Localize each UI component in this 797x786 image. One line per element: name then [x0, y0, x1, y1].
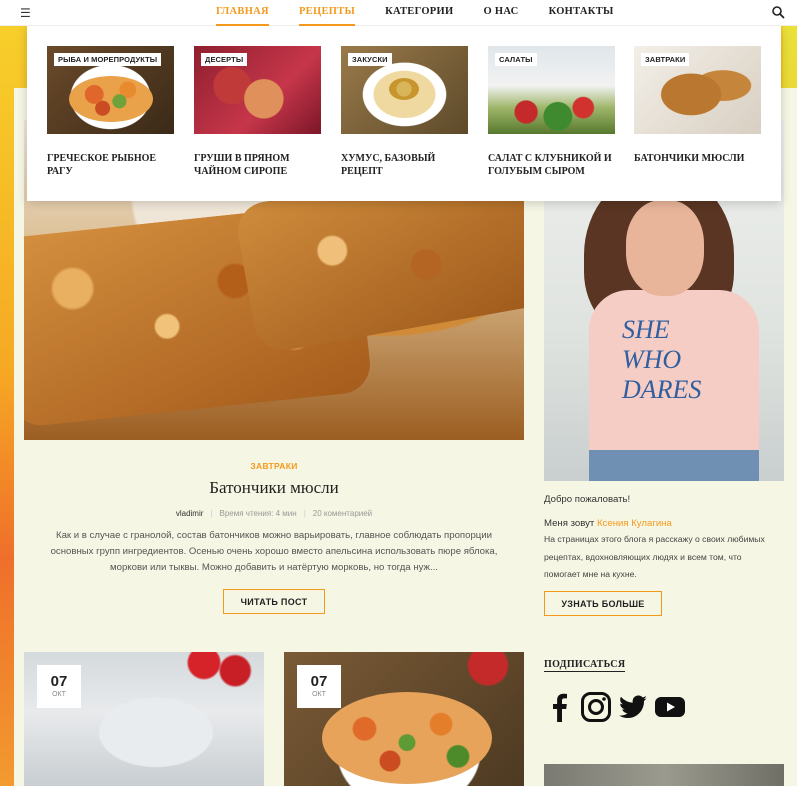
twitter-icon[interactable]	[617, 691, 649, 723]
mega-menu-category-badge[interactable]: ДЕСЕРТЫ	[201, 53, 248, 66]
featured-post-category[interactable]: ЗАВТРАКИ	[24, 461, 524, 471]
hamburger-icon[interactable]: ☰	[20, 6, 34, 20]
featured-post-excerpt: Как и в случае с гранолой, состав батонч…	[50, 530, 498, 573]
mega-menu-item-title[interactable]: ГРУШИ В ПРЯНОМ ЧАЙНОМ СИРОПЕ	[194, 152, 321, 178]
nav-item-contacts[interactable]: КОНТАКТЫ	[549, 0, 614, 26]
post-date-day: 07	[50, 673, 68, 690]
top-navigation: ☰ ГЛАВНАЯ РЕЦЕПТЫ КАТЕГОРИИ О НАС КОНТАК…	[0, 0, 797, 26]
mega-menu-item-title[interactable]: САЛАТ С КЛУБНИКОЙ И ГОЛУБЫМ СЫРОМ	[488, 152, 615, 178]
post-date-month: ОКТ	[52, 691, 66, 698]
post-read-time: Время чтения: 4 мин	[219, 509, 297, 518]
post-date-badge: 07 ОКТ	[297, 665, 341, 708]
learn-more-button[interactable]: УЗНАТЬ БОЛЬШЕ	[544, 591, 662, 616]
mega-menu-thumbnail[interactable]: РЫБА И МОРЕПРОДУКТЫ	[47, 46, 174, 134]
welcome-text: Добро пожаловать!	[544, 494, 631, 505]
mega-menu-item[interactable]: ДЕСЕРТЫ ГРУШИ В ПРЯНОМ ЧАЙНОМ СИРОПЕ	[194, 46, 321, 178]
author-name-link[interactable]: Ксения Кулагина	[597, 518, 672, 529]
featured-post-meta: vladimir | Время чтения: 4 мин | 20 коментар…	[24, 509, 524, 518]
sidebar-banner-image[interactable]	[544, 764, 784, 786]
shirt-print-text: SHE WHO DARES	[622, 315, 702, 404]
meta-separator: |	[210, 509, 213, 518]
post-comments[interactable]: 20 коментарией	[313, 509, 372, 518]
featured-post-title[interactable]: Батончики мюсли	[24, 478, 524, 498]
intro-name-line: Меня зовут Ксения Кулагина	[544, 518, 672, 529]
mega-menu-item[interactable]: РЫБА И МОРЕПРОДУКТЫ ГРЕЧЕСКОЕ РЫБНОЕ РАГ…	[47, 46, 174, 178]
mega-menu-thumbnail[interactable]: САЛАТЫ	[488, 46, 615, 134]
meta-separator: |	[303, 509, 306, 518]
nav-item-home[interactable]: ГЛАВНАЯ	[216, 0, 269, 26]
search-icon[interactable]	[771, 5, 785, 19]
nav-item-about[interactable]: О НАС	[483, 0, 518, 26]
nav-item-categories[interactable]: КАТЕГОРИИ	[385, 0, 453, 26]
mega-menu-item-title[interactable]: БАТОНЧИКИ МЮСЛИ	[634, 152, 761, 165]
nav-menu: ГЛАВНАЯ РЕЦЕПТЫ КАТЕГОРИИ О НАС КОНТАКТЫ	[216, 0, 644, 26]
mega-menu-category-badge[interactable]: САЛАТЫ	[495, 53, 537, 66]
mega-menu-thumbnail[interactable]: ЗАКУСКИ	[341, 46, 468, 134]
mega-menu-item-title[interactable]: ГРЕЧЕСКОЕ РЫБНОЕ РАГУ	[47, 152, 174, 178]
mega-menu-category-badge[interactable]: ЗАКУСКИ	[348, 53, 392, 66]
mega-menu-item[interactable]: САЛАТЫ САЛАТ С КЛУБНИКОЙ И ГОЛУБЫМ СЫРОМ	[488, 46, 615, 178]
post-date-day: 07	[310, 673, 328, 690]
mega-menu-item[interactable]: ЗАВТРАКИ БАТОНЧИКИ МЮСЛИ	[634, 46, 761, 165]
intro-text: На страницах этого блога я расскажу о св…	[544, 534, 765, 579]
mega-menu-category-badge[interactable]: ЗАВТРАКИ	[641, 53, 690, 66]
mega-menu-item[interactable]: ЗАКУСКИ ХУМУС, БАЗОВЫЙ РЕЦЕПТ	[341, 46, 468, 178]
mega-menu-category-badge[interactable]: РЫБА И МОРЕПРОДУКТЫ	[54, 53, 162, 66]
post-author[interactable]: vladimir	[176, 509, 204, 518]
nav-item-recipes[interactable]: РЕЦЕПТЫ	[298, 0, 356, 26]
recipes-mega-menu: РЫБА И МОРЕПРОДУКТЫ ГРЕЧЕСКОЕ РЫБНОЕ РАГ…	[27, 26, 781, 201]
photo-face	[626, 200, 704, 296]
post-date-month: ОКТ	[312, 691, 326, 698]
facebook-icon[interactable]	[544, 691, 576, 723]
intro-prefix: Меня зовут	[544, 518, 595, 529]
instagram-icon[interactable]	[580, 691, 612, 723]
youtube-icon[interactable]	[654, 691, 686, 723]
mega-menu-item-title[interactable]: ХУМУС, БАЗОВЫЙ РЕЦЕПТ	[341, 152, 468, 178]
photo-jeans	[589, 450, 759, 481]
post-date-badge: 07 ОКТ	[37, 665, 81, 708]
mega-menu-thumbnail[interactable]: ДЕСЕРТЫ	[194, 46, 321, 134]
subscribe-heading: ПОДПИСАТЬСЯ	[544, 659, 626, 672]
read-post-button[interactable]: ЧИТАТЬ ПОСТ	[223, 589, 325, 614]
mega-menu-thumbnail[interactable]: ЗАВТРАКИ	[634, 46, 761, 134]
